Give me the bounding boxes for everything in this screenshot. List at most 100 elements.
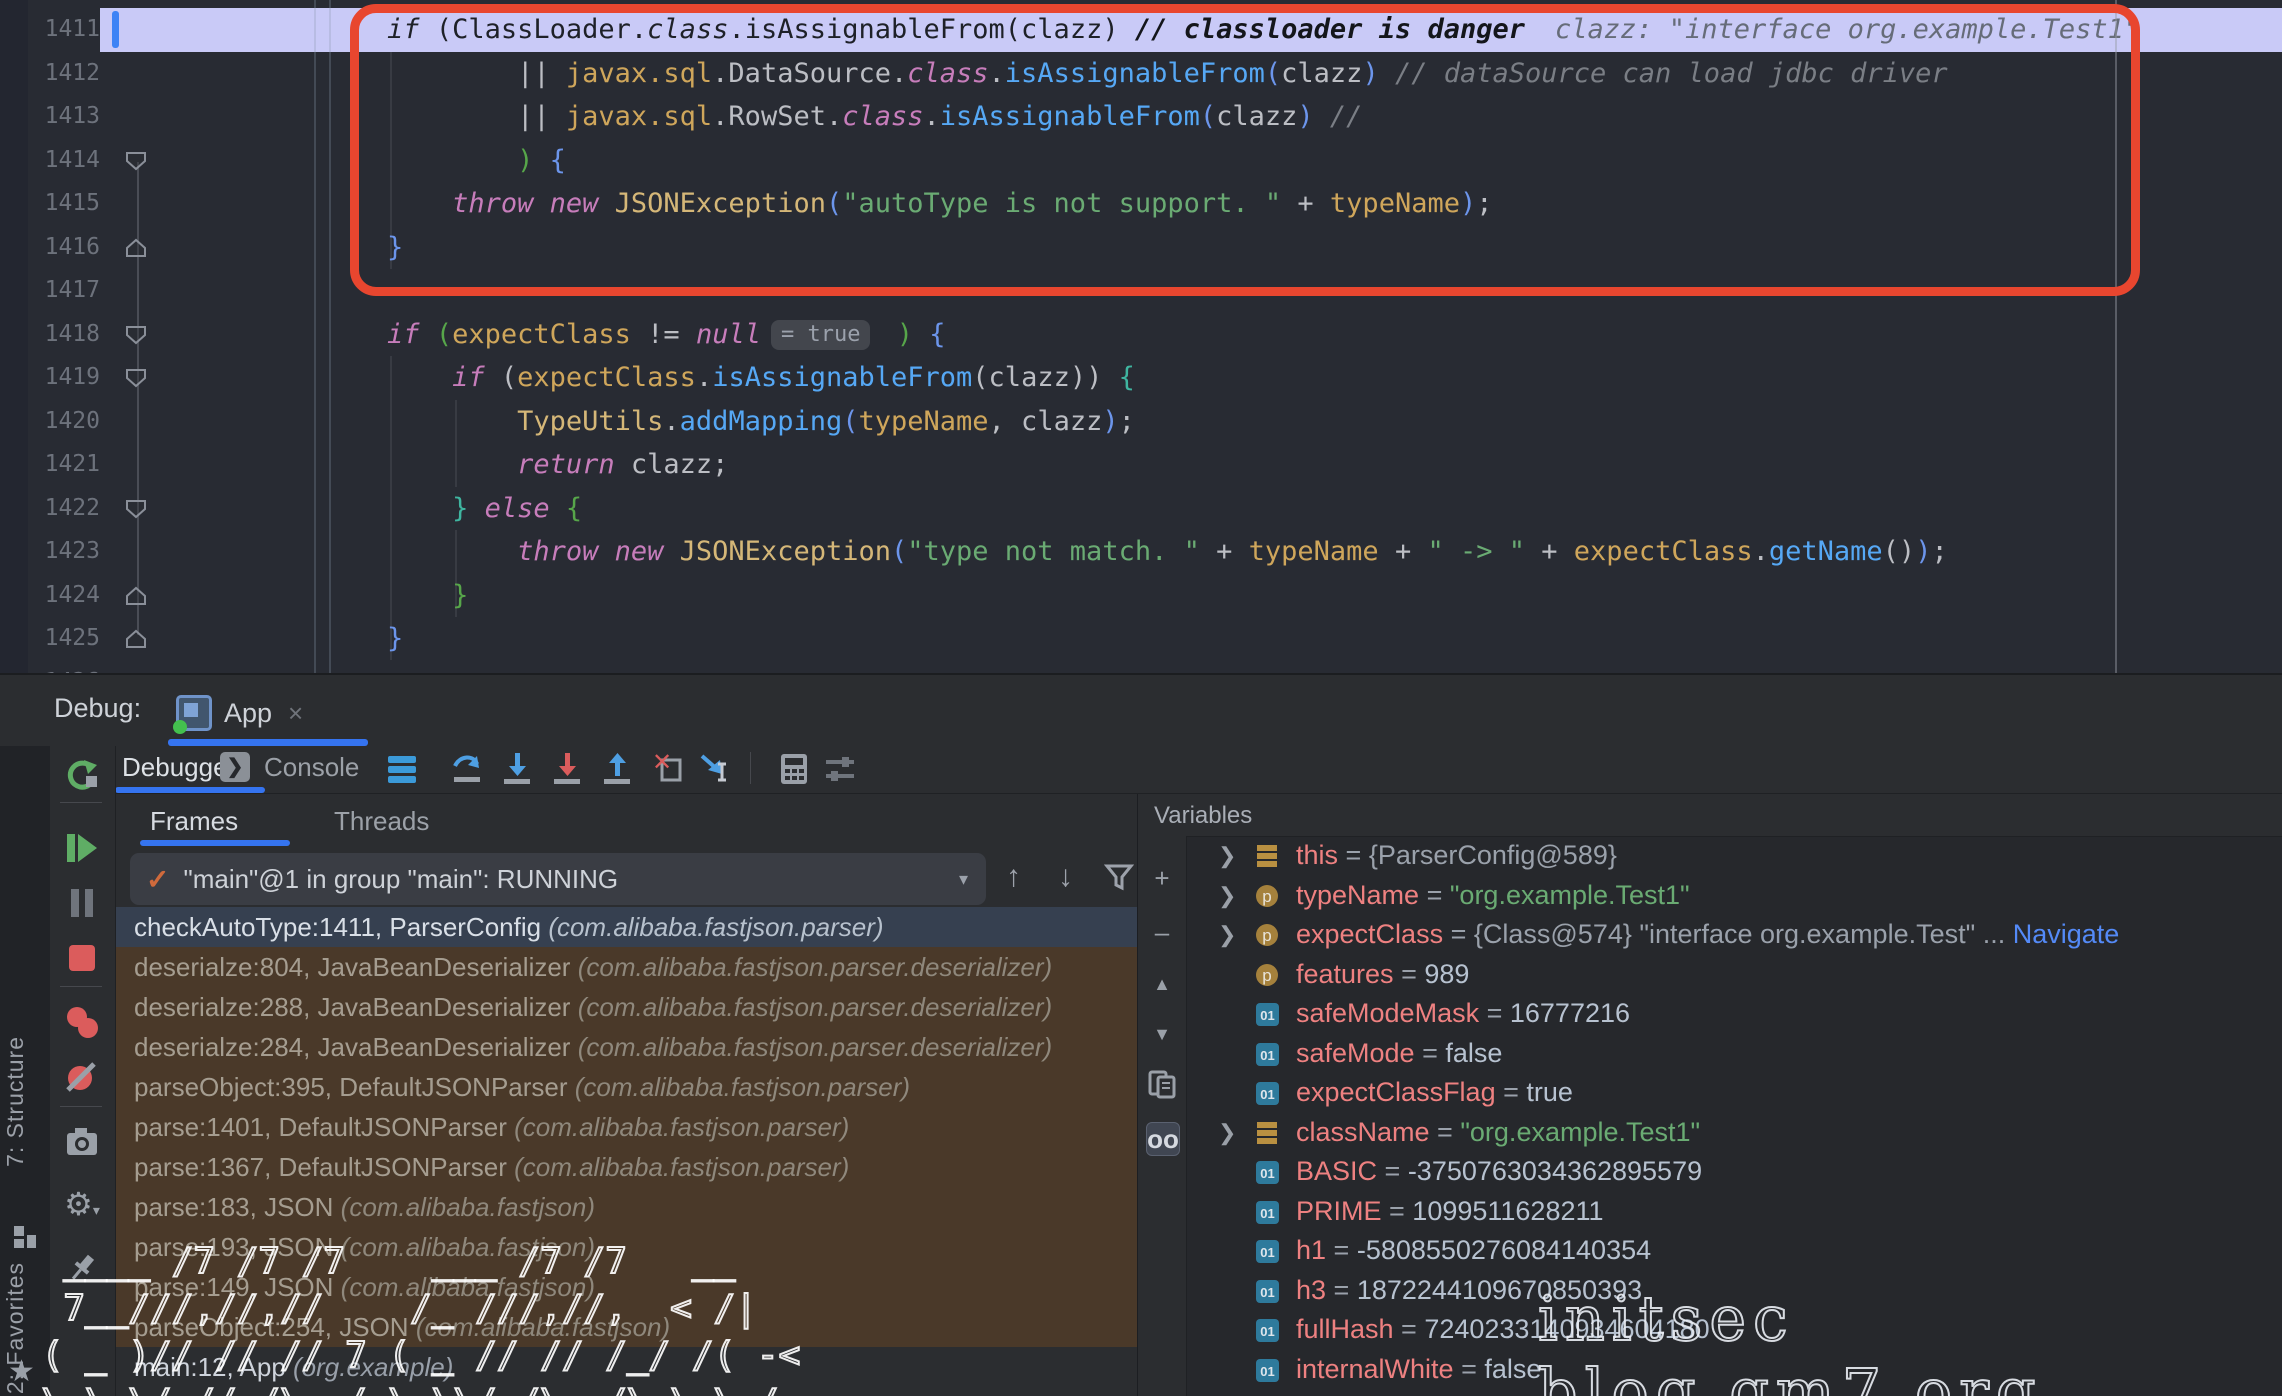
- fold-end-icon[interactable]: [124, 236, 148, 260]
- code-line-1412[interactable]: 1412 || javax.sql.DataSource.class.isAss…: [0, 52, 2282, 96]
- code-line-1421[interactable]: 1421 return clazz;: [0, 443, 2282, 487]
- navigate-link[interactable]: Navigate: [2013, 919, 2120, 949]
- fold-end-icon[interactable]: [124, 584, 148, 608]
- view-breakpoints-icon[interactable]: [64, 1004, 100, 1040]
- remove-watch-icon[interactable]: –: [1146, 916, 1178, 948]
- layout-settings-icon[interactable]: [822, 750, 860, 788]
- thread-selector[interactable]: ✓ "main"@1 in group "main": RUNNING ▾: [130, 853, 986, 905]
- line-number[interactable]: 1420: [0, 400, 100, 444]
- previous-frame-icon[interactable]: ↑: [1006, 860, 1021, 894]
- line-number[interactable]: 1412: [0, 52, 100, 96]
- stack-frame-row[interactable]: main:12, App (org.example): [116, 1347, 1137, 1387]
- code-editor[interactable]: 1411 if (ClassLoader.class.isAssignableF…: [0, 0, 2282, 673]
- pause-icon[interactable]: [64, 885, 100, 921]
- watches-glasses-icon[interactable]: oo: [1146, 1122, 1180, 1156]
- line-number[interactable]: 1423: [0, 530, 100, 574]
- line-number[interactable]: 1416: [0, 226, 100, 270]
- step-over-icon[interactable]: [500, 750, 538, 788]
- code-lines[interactable]: 1411 if (ClassLoader.class.isAssignableF…: [0, 0, 2282, 673]
- line-number[interactable]: 1413: [0, 95, 100, 139]
- stack-frame-row[interactable]: parse:1401, DefaultJSONParser (com.aliba…: [116, 1107, 1137, 1147]
- move-up-icon[interactable]: ▲: [1146, 968, 1178, 1000]
- code-line-1419[interactable]: 1419 if (expectClass.isAssignableFrom(cl…: [0, 356, 2282, 400]
- step-out-icon[interactable]: [600, 750, 638, 788]
- variable-row[interactable]: 01safeModeMask = 16777216: [1186, 994, 2282, 1034]
- next-frame-icon[interactable]: ↓: [1058, 860, 1073, 894]
- stack-frame-row[interactable]: parseObject:254, JSON (com.alibaba.fastj…: [116, 1307, 1137, 1347]
- tab-frames[interactable]: Frames: [150, 806, 238, 837]
- expand-chevron-icon[interactable]: ❯: [1218, 836, 1236, 876]
- pin-icon[interactable]: [64, 1250, 100, 1286]
- code-line-1418[interactable]: 1418 if (expectClass != null= true ) {: [0, 313, 2282, 357]
- variable-row[interactable]: 01h3 = 1872244109670850393: [1186, 1271, 2282, 1311]
- stack-frame-row[interactable]: parseObject:395, DefaultJSONParser (com.…: [116, 1067, 1137, 1107]
- fold-end-icon[interactable]: [124, 627, 148, 651]
- variable-row[interactable]: 01fullHash = 7240233140934604180: [1186, 1310, 2282, 1350]
- variable-row[interactable]: ❯this = {ParserConfig@589}: [1186, 836, 2282, 876]
- fold-start-icon[interactable]: [124, 149, 148, 173]
- variable-row[interactable]: 01internalWhite = false: [1186, 1350, 2282, 1390]
- evaluate-expression-icon[interactable]: [776, 750, 814, 788]
- stack-frame-row[interactable]: parse:149, JSON (com.alibaba.fastjson): [116, 1267, 1137, 1307]
- debug-session-tab-app[interactable]: App ×: [176, 685, 303, 741]
- stop-icon[interactable]: [64, 940, 100, 976]
- code-line-1423[interactable]: 1423 throw new JSONException("type not m…: [0, 530, 2282, 574]
- line-number[interactable]: 1414: [0, 139, 100, 183]
- variable-row[interactable]: pfeatures = 989: [1186, 955, 2282, 995]
- fold-start-icon[interactable]: [124, 366, 148, 390]
- code-line-1414[interactable]: 1414 ) {: [0, 139, 2282, 183]
- close-icon[interactable]: ×: [288, 698, 303, 729]
- variable-row[interactable]: ❯pexpectClass = {Class@574} "interface o…: [1186, 915, 2282, 955]
- variable-row[interactable]: 01safeMode = false: [1186, 1034, 2282, 1074]
- fold-start-icon[interactable]: [124, 497, 148, 521]
- camera-icon[interactable]: [64, 1124, 100, 1160]
- line-number[interactable]: 1426: [0, 661, 100, 674]
- code-line-1415[interactable]: 1415 throw new JSONException("autoType i…: [0, 182, 2282, 226]
- add-watch-icon[interactable]: +: [1146, 862, 1178, 894]
- line-number[interactable]: 1417: [0, 269, 100, 313]
- mute-breakpoints-icon[interactable]: [64, 1060, 100, 1096]
- expand-chevron-icon[interactable]: ❯: [1218, 1113, 1236, 1153]
- code-line-1416[interactable]: 1416 }: [0, 226, 2282, 270]
- stack-frame-row[interactable]: deserialze:284, JavaBeanDeserializer (co…: [116, 1027, 1137, 1067]
- stack-frame-row[interactable]: parse:1367, DefaultJSONParser (com.aliba…: [116, 1147, 1137, 1187]
- stack-frame-row[interactable]: checkAutoType:1411, ParserConfig (com.al…: [116, 907, 1137, 947]
- fold-start-icon[interactable]: [124, 323, 148, 347]
- variable-row[interactable]: 01PRIME = 1099511628211: [1186, 1192, 2282, 1232]
- show-execution-point-icon[interactable]: [450, 750, 488, 788]
- tab-console[interactable]: Console: [264, 752, 359, 783]
- line-number[interactable]: 1419: [0, 356, 100, 400]
- rerun-icon[interactable]: [64, 756, 100, 792]
- line-number[interactable]: 1421: [0, 443, 100, 487]
- line-number[interactable]: 1422: [0, 487, 100, 531]
- gear-icon[interactable]: ⚙▾: [64, 1186, 100, 1222]
- code-line-1417[interactable]: 1417: [0, 269, 2282, 313]
- move-down-icon[interactable]: ▼: [1146, 1018, 1178, 1050]
- line-number[interactable]: 1411: [0, 8, 100, 52]
- filter-frames-icon[interactable]: [1104, 862, 1134, 892]
- favorites-star-icon[interactable]: ★: [8, 1354, 35, 1389]
- variable-row[interactable]: 01BASIC = -3750763034362895579: [1186, 1152, 2282, 1192]
- code-line-1413[interactable]: 1413 || javax.sql.RowSet.class.isAssigna…: [0, 95, 2282, 139]
- line-number[interactable]: 1425: [0, 617, 100, 661]
- line-number[interactable]: 1415: [0, 182, 100, 226]
- code-line-1425[interactable]: 1425 }: [0, 617, 2282, 661]
- expand-chevron-icon[interactable]: ❯: [1218, 915, 1236, 955]
- code-line-1411[interactable]: 1411 if (ClassLoader.class.isAssignableF…: [0, 8, 2282, 52]
- variable-row[interactable]: 01h1 = -5808550276084140354: [1186, 1231, 2282, 1271]
- stack-frame-row[interactable]: parse:193, JSON (com.alibaba.fastjson): [116, 1227, 1137, 1267]
- code-line-1422[interactable]: 1422 } else {: [0, 487, 2282, 531]
- variable-row[interactable]: 01expectClassFlag = true: [1186, 1073, 2282, 1113]
- code-line-1424[interactable]: 1424 }: [0, 574, 2282, 618]
- copy-stack-icon[interactable]: [1146, 1068, 1178, 1100]
- structure-icon[interactable]: [12, 1224, 38, 1250]
- resume-icon[interactable]: [64, 830, 100, 866]
- variable-row[interactable]: ❯ptypeName = "org.example.Test1": [1186, 876, 2282, 916]
- code-line-1426[interactable]: 1426: [0, 661, 2282, 674]
- stack-frame-row[interactable]: parse:183, JSON (com.alibaba.fastjson): [116, 1187, 1137, 1227]
- force-step-into-icon[interactable]: [550, 750, 588, 788]
- code-line-1420[interactable]: 1420 TypeUtils.addMapping(typeName, claz…: [0, 400, 2282, 444]
- line-number[interactable]: 1424: [0, 574, 100, 618]
- stack-frame-row[interactable]: deserialze:288, JavaBeanDeserializer (co…: [116, 987, 1137, 1027]
- stack-frame-row[interactable]: deserialze:804, JavaBeanDeserializer (co…: [116, 947, 1137, 987]
